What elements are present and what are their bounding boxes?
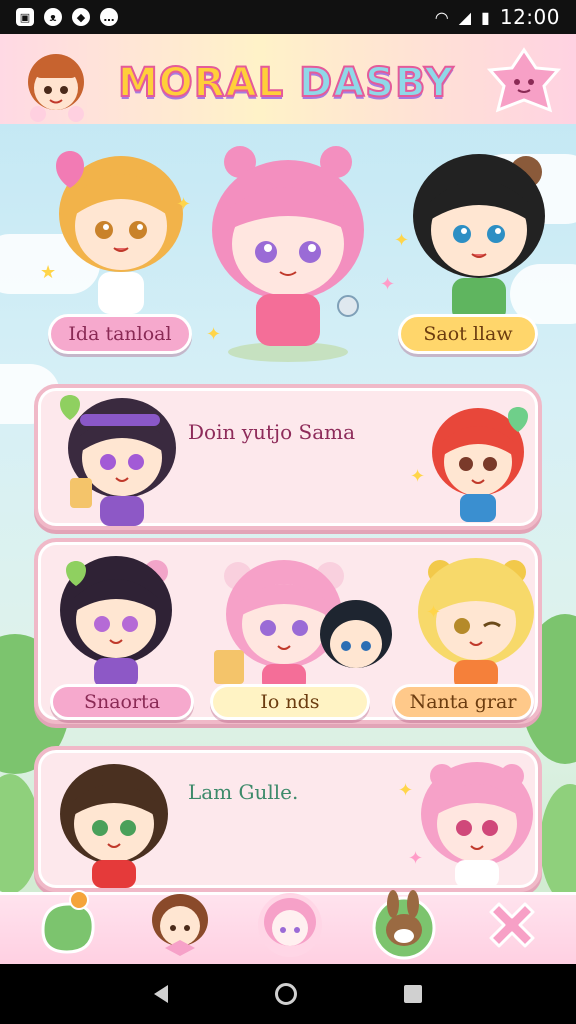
character-pink-ears <box>421 762 533 888</box>
character-pink-main[interactable] <box>198 142 378 372</box>
card-2-label-right[interactable]: Nanta grar <box>392 684 534 720</box>
sparkle-icon: ✦ <box>408 848 424 869</box>
bunny-icon <box>372 890 436 960</box>
nav-leaf-button[interactable] <box>30 887 106 963</box>
featured-right-button[interactable]: Saot llaw <box>398 314 538 354</box>
close-icon <box>489 902 535 948</box>
sparkle-icon: ✦ <box>394 230 410 251</box>
app-screen: MORAL DASBY ★ ✦ ✦ ✦ ✦ Ida tanloal Saot l… <box>0 34 576 964</box>
card-1-title: Doin yutjo Sama <box>188 420 356 444</box>
shield-icon: ◆ <box>72 8 90 26</box>
girl-avatar-icon <box>152 894 208 956</box>
pink-avatar-icon <box>258 893 322 957</box>
app-title-part2: DASBY <box>298 59 455 107</box>
character-card-1[interactable]: Doin yutjo Sama ✦ <box>34 384 542 530</box>
system-nav-bar <box>0 964 576 1024</box>
leaf-icon <box>41 890 95 954</box>
sparkle-icon: ✦ <box>380 274 396 295</box>
character-brown-hair <box>60 764 168 888</box>
character-card-2[interactable]: ✦ Snaorta Io nds Nanta grar <box>34 538 542 724</box>
sparkle-icon: ✦ <box>176 194 192 215</box>
featured-left-button[interactable]: Ida tanloal <box>48 314 192 354</box>
sparkle-icon: ✦ <box>398 780 414 801</box>
star-face-icon <box>486 47 562 113</box>
character-dark-hair[interactable] <box>404 144 554 334</box>
card-2-label-left[interactable]: Snaorta <box>50 684 194 720</box>
wifi-icon: ◠ <box>434 7 449 27</box>
gallery-icon: ▣ <box>16 8 34 26</box>
status-clock: 12:00 <box>499 5 560 29</box>
profile-avatar[interactable] <box>16 44 96 124</box>
sparkle-icon: ✦ <box>410 466 426 487</box>
recents-icon[interactable] <box>404 985 423 1003</box>
card-3-title: Lam Gulle. <box>188 780 299 804</box>
sparkle-icon: ✦ <box>426 602 442 623</box>
card-2-label-middle[interactable]: Io nds <box>210 684 370 720</box>
nav-pet-button[interactable] <box>366 887 442 963</box>
back-icon[interactable] <box>153 985 168 1003</box>
status-right-icons: ◠ ◢ ▮ 12:00 <box>435 5 560 29</box>
sparkle-icon: ✦ <box>206 324 222 345</box>
sparkle-icon: ★ <box>40 262 57 283</box>
bottom-nav <box>0 890 576 964</box>
character-purple <box>60 395 176 526</box>
character-red-hair <box>432 407 528 522</box>
status-bar: ▣ ᴥ ◆ … ◠ ◢ ▮ 12:00 <box>0 0 576 34</box>
chat-icon: … <box>100 8 118 26</box>
nav-profile-button[interactable] <box>142 887 218 963</box>
status-left-icons: ▣ ᴥ ◆ … <box>16 8 118 26</box>
menu-button[interactable] <box>482 44 566 118</box>
character-dark-purple <box>60 556 172 688</box>
tree-decoration <box>540 784 576 904</box>
battery-icon: ▮ <box>481 7 490 27</box>
app-title: MORAL DASBY <box>117 59 455 107</box>
character-blonde[interactable] <box>46 144 196 324</box>
home-icon[interactable] <box>274 983 297 1005</box>
character-pink-bear <box>214 560 392 692</box>
nav-home-button[interactable] <box>252 887 328 963</box>
app-title-part1: MORAL <box>117 59 285 107</box>
cat-icon: ᴥ <box>44 8 62 26</box>
signal-icon: ◢ <box>458 7 472 27</box>
nav-close-button[interactable] <box>474 887 550 963</box>
app-header: MORAL DASBY <box>0 34 576 124</box>
character-card-3[interactable]: Lam Gulle. ✦ ✦ <box>34 746 542 892</box>
